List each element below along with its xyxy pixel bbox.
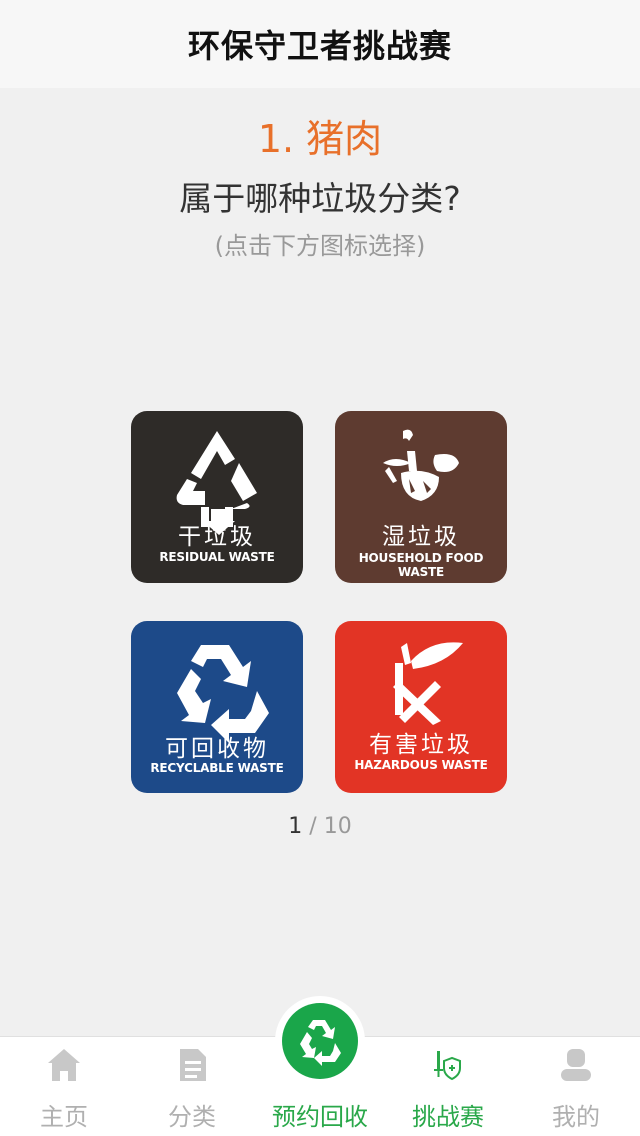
bin-name-cn: 可回收物 bbox=[165, 736, 269, 762]
tab-category[interactable]: 分类 bbox=[128, 1037, 256, 1136]
tab-mine[interactable]: 我的 bbox=[512, 1037, 640, 1136]
document-icon bbox=[180, 1049, 206, 1081]
app-header: 环保守卫者挑战赛 bbox=[0, 0, 640, 88]
bin-name-cn: 湿垃圾 bbox=[382, 524, 460, 550]
page-title: 环保守卫者挑战赛 bbox=[187, 27, 452, 65]
tab-home[interactable]: 主页 bbox=[0, 1037, 128, 1136]
bin-name-cn: 有害垃圾 bbox=[369, 732, 473, 758]
recyclable-waste-button[interactable]: 可回收物 RECYCLABLE WASTE bbox=[131, 621, 303, 793]
hazardous-waste-button[interactable]: 有害垃圾 HAZARDOUS WASTE bbox=[335, 621, 507, 793]
tab-label: 分类 bbox=[168, 1103, 216, 1131]
question-pager: 1 / 10 bbox=[0, 814, 640, 839]
bin-name-en: RECYCLABLE WASTE bbox=[150, 761, 284, 775]
question-hint: (点击下方图标选择) bbox=[214, 232, 426, 260]
bin-name-en: HAZARDOUS WASTE bbox=[354, 758, 488, 772]
question-text: 属于哪种垃圾分类? bbox=[179, 179, 461, 218]
bin-name-en: HOUSEHOLD FOOD WASTE bbox=[358, 551, 484, 579]
user-icon bbox=[561, 1049, 591, 1081]
residual-waste-button[interactable]: 干垃圾 RESIDUAL WASTE bbox=[131, 411, 303, 583]
tab-label: 挑战赛 bbox=[412, 1103, 484, 1131]
home-icon bbox=[48, 1049, 80, 1081]
bin-name-en: RESIDUAL WASTE bbox=[159, 550, 275, 564]
tab-label: 预约回收 bbox=[272, 1103, 368, 1131]
household-food-waste-button[interactable]: 湿垃圾 HOUSEHOLD FOOD WASTE bbox=[335, 411, 507, 583]
tab-label: 主页 bbox=[40, 1103, 88, 1131]
recycle-icon bbox=[300, 1020, 341, 1066]
pager-total: 10 bbox=[323, 814, 352, 839]
pager-separator: / bbox=[302, 814, 324, 839]
pager-current: 1 bbox=[288, 814, 303, 839]
question-number: 1. 猪肉 bbox=[257, 117, 383, 161]
bin-name-cn: 干垃圾 bbox=[178, 524, 256, 550]
booking-recycle-button[interactable] bbox=[282, 1003, 358, 1079]
tab-challenge[interactable]: 挑战赛 bbox=[384, 1037, 512, 1136]
tab-label: 我的 bbox=[552, 1103, 600, 1131]
sword-shield-icon bbox=[434, 1051, 461, 1081]
